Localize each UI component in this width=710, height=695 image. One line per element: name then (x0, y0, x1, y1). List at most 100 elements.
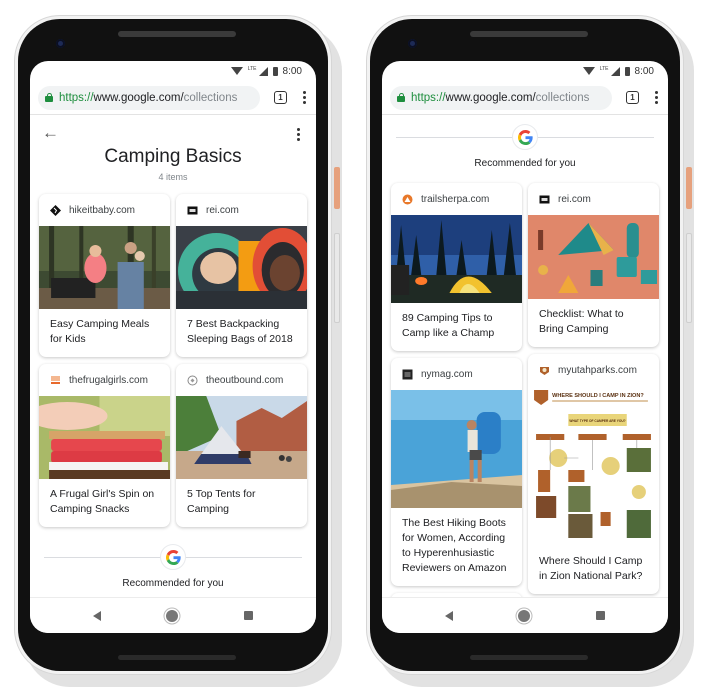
url-path: collections (183, 91, 238, 104)
home-circle-icon[interactable] (166, 609, 179, 622)
signal-icon (258, 66, 268, 76)
url-host: www.google.com/ (445, 91, 536, 104)
card-image (39, 226, 170, 309)
back-triangle-icon[interactable] (92, 610, 101, 621)
earpiece-speaker (118, 31, 236, 37)
card-source-domain: myutahparks.com (558, 364, 637, 376)
card-source-domain: trailsherpa.com (421, 193, 490, 205)
page-title: Camping Basics (104, 146, 242, 167)
infographic-heading: WHERE SHOULD I CAMP IN ZION? (552, 393, 644, 399)
collection-card[interactable]: theoutbound.com 5 Top Tents for Camping (176, 364, 307, 527)
card-source: thefrugalgirls.com (39, 364, 170, 396)
trailsherpa-logo-icon (402, 194, 413, 205)
recommendations-page: Recommended for you trailsherpa.com 89 C… (382, 116, 668, 597)
lock-icon (45, 93, 53, 102)
lock-icon (397, 93, 405, 102)
recommendation-card[interactable]: nymag.com The Best Hiking Boots for Wome… (391, 358, 522, 586)
recommendation-card[interactable]: rei.com Checklist: What to Bring Camping (528, 183, 659, 347)
card-title: Checklist: What to Bring Camping (539, 308, 624, 335)
card-source: nymag.com (391, 358, 522, 390)
wifi-icon (230, 67, 243, 75)
collection-card[interactable]: thefrugalgirls.com A Frugal Girl's Spin … (39, 364, 170, 527)
card-title: Easy Camping Meals for Kids (50, 318, 150, 345)
card-image (528, 215, 659, 299)
item-count: 4 items (158, 172, 188, 182)
collection-page: ← Camping Basics 4 items hikeitbaby.com (30, 116, 316, 597)
card-image (176, 226, 307, 309)
collection-menu-icon[interactable] (297, 128, 300, 141)
myutahparks-logo-icon (539, 365, 550, 376)
recommended-section: Recommended for you (30, 541, 316, 597)
card-title: 89 Camping Tips to Camp like a Champ (402, 312, 495, 339)
lte-icon: LTE (247, 66, 257, 72)
android-nav-bar (30, 597, 316, 633)
browser-menu-icon[interactable] (655, 91, 658, 104)
grid-column: trailsherpa.com 89 Camping Tips to Camp … (391, 183, 522, 597)
card-source-domain: nymag.com (421, 368, 473, 380)
recommended-heading: Recommended for you (474, 158, 576, 169)
url-bar[interactable]: https://www.google.com/collections (38, 85, 260, 110)
collection-card[interactable]: hikeitbaby.com Easy Camping Meals for Ki… (39, 194, 170, 357)
power-button (686, 167, 692, 209)
phone-screen: LTE 8:00 https://www.google.com/collecti… (382, 61, 668, 633)
card-source-domain: thefrugalgirls.com (69, 374, 148, 386)
card-image (176, 396, 307, 479)
url-bar[interactable]: https://www.google.com/collections (390, 85, 612, 110)
frugalgirls-logo-icon (50, 375, 61, 386)
card-source-domain: rei.com (206, 204, 239, 216)
collection-header: ← Camping Basics 4 items (30, 116, 316, 194)
front-camera (408, 39, 417, 48)
card-source-domain: hikeitbaby.com (69, 204, 135, 216)
signal-icon (610, 66, 620, 76)
recommendation-grid: trailsherpa.com 89 Camping Tips to Camp … (382, 183, 668, 597)
grid-column: rei.com (528, 183, 659, 597)
recents-square-icon[interactable] (596, 611, 606, 620)
recommendation-card[interactable]: trailsherpa.com 89 Camping Tips to Camp … (391, 183, 522, 351)
url-scheme: https:// (59, 91, 94, 104)
home-circle-icon[interactable] (518, 609, 531, 622)
bottom-speaker (118, 655, 236, 660)
phone-screen: LTE 8:00 https://www.google.com/collecti… (30, 61, 316, 633)
recents-square-icon[interactable] (244, 611, 254, 620)
card-title: Where Should I Camp in Zion National Par… (539, 555, 643, 582)
card-title: A Frugal Girl's Spin on Camping Snacks (50, 488, 155, 515)
recommendation-card[interactable]: myutahparks.com WHERE SHOULD I CAMP IN Z… (528, 354, 659, 594)
earpiece-speaker (470, 31, 588, 37)
hikeitbaby-logo-icon (50, 204, 61, 216)
tab-switcher-button[interactable]: 1 (274, 91, 287, 104)
card-title: The Best Hiking Boots for Women, Accordi… (402, 517, 507, 574)
status-bar: LTE 8:00 (382, 61, 668, 81)
recommended-section: Recommended for you (382, 121, 668, 183)
card-source: myutahparks.com (528, 354, 659, 386)
browser-toolbar: https://www.google.com/collections 1 (30, 81, 316, 115)
arrow-left-icon[interactable]: ← (42, 124, 59, 141)
infographic-question: WHAT TYPE OF CAMPER ARE YOU? (569, 419, 625, 423)
grid-column: hikeitbaby.com Easy Camping Meals for Ki… (39, 194, 170, 527)
card-title: 5 Top Tents for Camping (187, 488, 256, 515)
collection-card[interactable]: rei.com 7 Best Backpacking Sleeping Bags… (176, 194, 307, 357)
bottom-speaker (470, 655, 588, 660)
card-image (39, 396, 170, 479)
back-triangle-icon[interactable] (444, 610, 453, 621)
google-logo-icon (512, 124, 538, 150)
browser-menu-icon[interactable] (303, 91, 306, 104)
rei-logo-icon (539, 194, 550, 205)
volume-button (686, 233, 692, 323)
card-image (391, 215, 522, 303)
front-camera (56, 39, 65, 48)
url-host: www.google.com/ (93, 91, 184, 104)
card-image (391, 390, 522, 508)
recommended-heading: Recommended for you (122, 578, 224, 589)
card-source: hikeitbaby.com (39, 194, 170, 226)
phone-left: LTE 8:00 https://www.google.com/collecti… (14, 15, 342, 687)
collection-grid: hikeitbaby.com Easy Camping Meals for Ki… (30, 194, 316, 527)
tab-switcher-button[interactable]: 1 (626, 91, 639, 104)
card-source: trailsherpa.com (391, 183, 522, 215)
status-time: 8:00 (634, 65, 654, 77)
card-title: 7 Best Backpacking Sleeping Bags of 2018 (187, 318, 293, 345)
nymag-logo-icon (402, 369, 413, 380)
card-source-domain: theoutbound.com (206, 374, 284, 386)
rei-logo-icon (187, 205, 198, 216)
url-path: collections (535, 91, 590, 104)
android-nav-bar (382, 597, 668, 633)
